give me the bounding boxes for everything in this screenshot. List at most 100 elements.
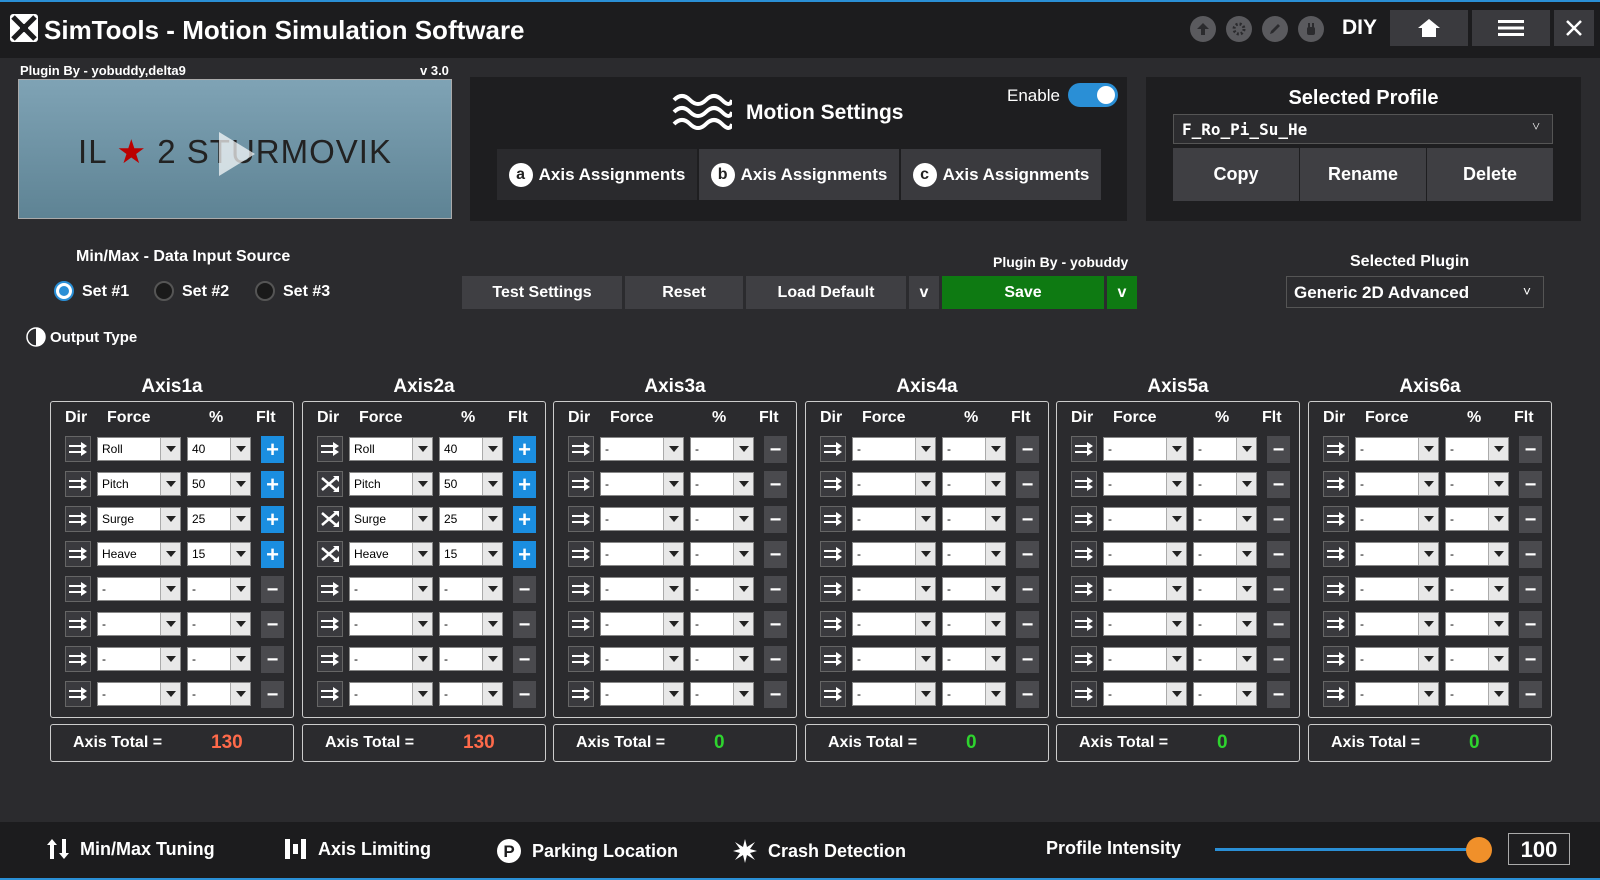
filter-plus-icon[interactable]: +	[513, 471, 536, 498]
output-type-toggle[interactable]: Output Type	[26, 327, 137, 347]
direction-arrows-icon[interactable]	[317, 646, 343, 672]
close-button[interactable]	[1554, 10, 1594, 46]
force-select[interactable]: -	[600, 472, 684, 496]
filter-minus-icon[interactable]: −	[1267, 611, 1290, 638]
radio-set-3[interactable]	[255, 281, 275, 301]
percent-select[interactable]: -	[1193, 437, 1257, 461]
percent-select[interactable]: -	[439, 647, 503, 671]
direction-arrows-icon[interactable]	[568, 506, 594, 532]
axis-limiting-button[interactable]: Axis Limiting	[284, 838, 431, 860]
filter-plus-icon[interactable]: +	[513, 541, 536, 568]
rename-button[interactable]: Rename	[1300, 148, 1426, 201]
filter-minus-icon[interactable]: −	[1519, 506, 1542, 533]
direction-arrows-icon[interactable]	[1323, 506, 1349, 532]
force-select[interactable]: Heave	[97, 542, 181, 566]
direction-arrows-icon[interactable]	[65, 436, 91, 462]
force-select[interactable]: -	[1103, 472, 1187, 496]
force-select[interactable]: -	[1103, 647, 1187, 671]
force-select[interactable]: -	[349, 577, 433, 601]
force-select[interactable]: -	[1103, 507, 1187, 531]
force-select[interactable]: -	[1355, 682, 1439, 706]
filter-plus-icon[interactable]: +	[261, 506, 284, 533]
force-select[interactable]: -	[1355, 472, 1439, 496]
reset-button[interactable]: Reset	[625, 276, 743, 309]
direction-arrows-icon[interactable]	[1323, 541, 1349, 567]
force-select[interactable]: -	[1355, 612, 1439, 636]
percent-select[interactable]: -	[439, 682, 503, 706]
direction-arrows-icon[interactable]	[568, 576, 594, 602]
force-select[interactable]: -	[97, 577, 181, 601]
direction-arrows-icon[interactable]	[1071, 611, 1097, 637]
direction-arrows-icon[interactable]	[317, 576, 343, 602]
intensity-value-input[interactable]: 100	[1508, 833, 1570, 865]
direction-arrows-icon[interactable]	[317, 436, 343, 462]
percent-select[interactable]: -	[690, 682, 754, 706]
force-select[interactable]: -	[852, 647, 936, 671]
force-select[interactable]: -	[852, 472, 936, 496]
filter-minus-icon[interactable]: −	[513, 681, 536, 708]
copy-button[interactable]: Copy	[1173, 148, 1299, 201]
load-default-dropdown[interactable]: v	[909, 276, 939, 309]
percent-select[interactable]: -	[1445, 612, 1509, 636]
force-select[interactable]: -	[600, 507, 684, 531]
percent-select[interactable]: -	[187, 682, 251, 706]
direction-arrows-icon[interactable]	[568, 541, 594, 567]
percent-select[interactable]: -	[1445, 507, 1509, 531]
percent-select[interactable]: -	[439, 612, 503, 636]
tab-axis-c[interactable]: c Axis Assignments	[901, 149, 1101, 200]
direction-arrows-icon[interactable]	[820, 646, 846, 672]
percent-select[interactable]: -	[690, 437, 754, 461]
percent-select[interactable]: -	[942, 612, 1006, 636]
filter-minus-icon[interactable]: −	[764, 611, 787, 638]
percent-select[interactable]: -	[1445, 647, 1509, 671]
percent-select[interactable]: -	[942, 577, 1006, 601]
filter-minus-icon[interactable]: −	[1519, 541, 1542, 568]
minmax-tuning-button[interactable]: Min/Max Tuning	[46, 838, 215, 860]
filter-minus-icon[interactable]: −	[1267, 541, 1290, 568]
filter-minus-icon[interactable]: −	[764, 576, 787, 603]
percent-select[interactable]: -	[1193, 682, 1257, 706]
direction-arrows-icon[interactable]	[820, 681, 846, 707]
profile-select[interactable]: F_Ro_Pi_Su_He ˅	[1173, 114, 1553, 144]
percent-select[interactable]: -	[1193, 507, 1257, 531]
direction-arrows-icon[interactable]	[1323, 681, 1349, 707]
force-select[interactable]: -	[600, 612, 684, 636]
percent-select[interactable]: -	[942, 507, 1006, 531]
filter-minus-icon[interactable]: −	[513, 611, 536, 638]
filter-minus-icon[interactable]: −	[1016, 611, 1039, 638]
pencil-icon[interactable]	[1262, 16, 1288, 42]
direction-arrows-icon[interactable]	[65, 646, 91, 672]
percent-select[interactable]: -	[690, 542, 754, 566]
reverse-direction-icon[interactable]	[317, 506, 343, 532]
direction-arrows-icon[interactable]	[1323, 646, 1349, 672]
direction-arrows-icon[interactable]	[820, 541, 846, 567]
direction-arrows-icon[interactable]	[1323, 611, 1349, 637]
force-select[interactable]: -	[600, 682, 684, 706]
filter-minus-icon[interactable]: −	[1519, 436, 1542, 463]
percent-select[interactable]: -	[1445, 542, 1509, 566]
direction-arrows-icon[interactable]	[1071, 436, 1097, 462]
percent-select[interactable]: -	[942, 437, 1006, 461]
percent-select[interactable]: -	[942, 682, 1006, 706]
gear-icon[interactable]	[1226, 16, 1252, 42]
direction-arrows-icon[interactable]	[1071, 471, 1097, 497]
direction-arrows-icon[interactable]	[65, 611, 91, 637]
radio-set-1[interactable]	[54, 281, 74, 301]
filter-minus-icon[interactable]: −	[1267, 681, 1290, 708]
force-select[interactable]: -	[600, 437, 684, 461]
percent-select[interactable]: 15	[439, 542, 503, 566]
percent-select[interactable]: 15	[187, 542, 251, 566]
direction-arrows-icon[interactable]	[568, 611, 594, 637]
percent-select[interactable]: -	[690, 472, 754, 496]
home-button[interactable]	[1390, 10, 1468, 46]
percent-select[interactable]: -	[1193, 472, 1257, 496]
filter-minus-icon[interactable]: −	[1016, 506, 1039, 533]
percent-select[interactable]: -	[187, 612, 251, 636]
filter-minus-icon[interactable]: −	[1519, 611, 1542, 638]
force-select[interactable]: Surge	[97, 507, 181, 531]
filter-minus-icon[interactable]: −	[764, 471, 787, 498]
force-select[interactable]: -	[97, 682, 181, 706]
force-select[interactable]: -	[1355, 507, 1439, 531]
direction-arrows-icon[interactable]	[1071, 681, 1097, 707]
filter-minus-icon[interactable]: −	[261, 681, 284, 708]
